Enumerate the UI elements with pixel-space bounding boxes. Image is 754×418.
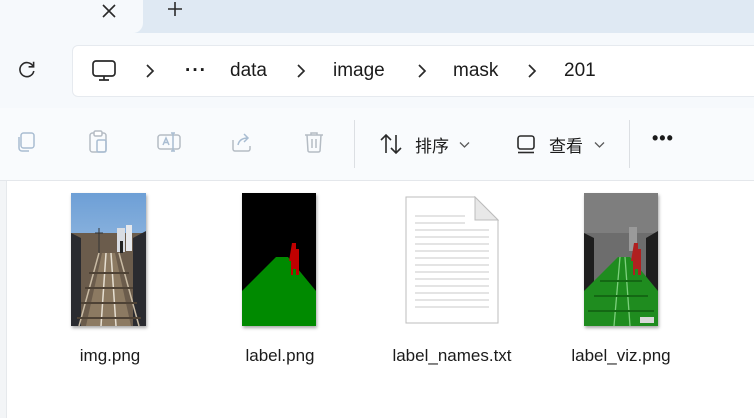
file-name: img.png (79, 346, 141, 365)
rename-button[interactable] (155, 130, 183, 158)
chevron-down-icon[interactable] (459, 136, 470, 154)
chevron-right-icon[interactable] (145, 46, 155, 96)
paste-button[interactable] (84, 129, 112, 160)
delete-button[interactable] (300, 130, 328, 158)
breadcrumb-mask[interactable]: mask (453, 46, 498, 96)
breadcrumb-data[interactable]: data (230, 46, 267, 96)
chevron-down-icon[interactable] (594, 136, 605, 154)
tab-strip (0, 0, 754, 33)
chevron-right-icon[interactable] (527, 46, 537, 96)
file-item[interactable]: label_names.txt (377, 193, 527, 365)
file-list: img.png label.png label_names.txt label_… (0, 181, 754, 418)
navigation-pane-edge (0, 181, 7, 418)
file-item[interactable]: img.png (35, 193, 185, 365)
share-icon (230, 130, 254, 159)
plus-icon (167, 1, 183, 22)
file-name: label_viz.png (571, 346, 671, 365)
copy-button[interactable] (12, 130, 40, 158)
computer-icon[interactable] (91, 46, 117, 96)
toolbar-divider (354, 120, 355, 168)
overlay-thumbnail (584, 193, 658, 326)
file-name: label_names.txt (392, 346, 512, 365)
sort-icon[interactable] (377, 130, 405, 158)
refresh-button[interactable] (12, 58, 42, 84)
rename-icon (156, 130, 182, 159)
file-item[interactable]: label_viz.png (546, 193, 696, 365)
address-bar[interactable]: ··· data image mask 201 (72, 45, 754, 97)
toolbar-divider (629, 120, 630, 168)
photo-thumbnail (71, 193, 146, 326)
file-name: label.png (245, 346, 315, 365)
text-document-icon (405, 196, 499, 324)
copy-icon (14, 130, 38, 159)
chevron-right-icon[interactable] (296, 46, 306, 96)
share-button[interactable] (228, 130, 256, 158)
address-row: ··· data image mask 201 (0, 33, 754, 108)
mask-thumbnail (242, 193, 316, 326)
more-options-button[interactable]: ••• (652, 128, 674, 149)
active-tab[interactable] (0, 0, 143, 33)
view-button-label[interactable]: 查看 (549, 132, 583, 157)
close-icon[interactable] (96, 0, 122, 24)
breadcrumb-image[interactable]: image (333, 46, 385, 96)
trash-icon (303, 130, 325, 159)
paste-icon (86, 129, 110, 160)
file-item[interactable]: label.png (205, 193, 355, 365)
view-icon[interactable] (512, 130, 540, 158)
chevron-right-icon[interactable] (417, 46, 427, 96)
refresh-icon (17, 59, 37, 84)
sort-button-label[interactable]: 排序 (415, 132, 449, 157)
new-tab-button[interactable] (162, 0, 188, 24)
breadcrumb-overflow[interactable]: ··· (185, 46, 207, 96)
breadcrumb-current[interactable]: 201 (564, 46, 596, 96)
command-bar: 排序 查看 ••• (0, 108, 754, 181)
